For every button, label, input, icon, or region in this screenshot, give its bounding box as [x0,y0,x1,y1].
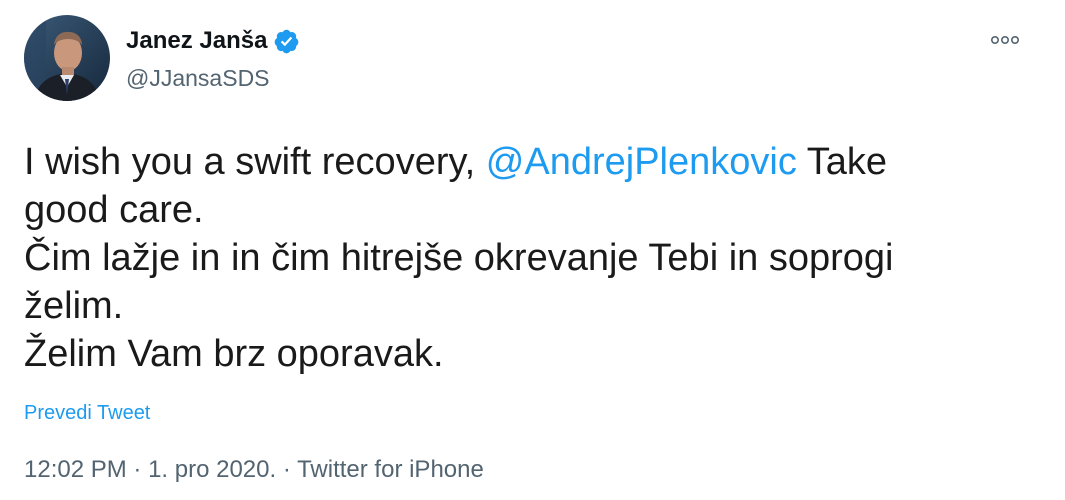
meta-separator: · [276,456,298,483]
tweet-text: I wish you a swift recovery, @AndrejPlen… [24,138,984,378]
more-options-icon [990,35,1019,45]
tweet-line: Želim Vam brz oporavak. [24,333,444,375]
display-name[interactable]: Janez Janša [126,27,267,55]
author-handle[interactable]: @JJansaSDS [126,64,270,92]
tweet-line: želim. [24,285,124,327]
tweet-source[interactable]: Twitter for iPhone [297,456,484,483]
mention-link[interactable]: @AndrejPlenkovic [486,141,797,183]
tweet-text-segment: I wish you a swift recovery, [24,141,486,183]
avatar[interactable] [24,15,110,101]
tweet-line: I wish you a swift recovery, @AndrejPlen… [24,138,984,186]
tweet-date[interactable]: 1. pro 2020. [148,456,276,483]
tweet-time[interactable]: 12:02 PM [24,456,127,483]
tweet-metadata: 12:02 PM · 1. pro 2020. · Twitter for iP… [24,455,484,485]
tweet-line: good care. [24,189,204,231]
avatar-photo [24,15,110,101]
tweet-line: Čim lažje in in čim hitrejše okrevanje T… [24,237,894,279]
tweet-card: Janez Janša @JJansaSDS I wish you a swif… [0,0,1065,500]
tweet-text-segment: Take [796,141,887,183]
meta-separator: · [126,456,149,483]
translate-tweet-link[interactable]: Prevedi Tweet [24,400,150,426]
more-options-button[interactable] [986,28,1024,52]
author-row: Janez Janša [126,27,300,55]
verified-badge-icon [273,28,300,55]
